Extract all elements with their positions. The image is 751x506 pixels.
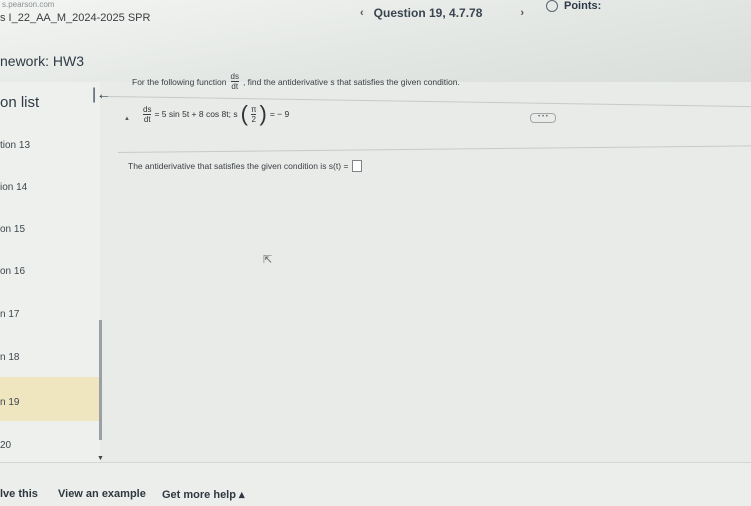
answer-prompt: The antiderivative that satisfies the gi… xyxy=(128,161,349,171)
equation-fraction: ds dt xyxy=(143,104,152,124)
sidebar-item-question-20[interactable]: 20 xyxy=(0,440,11,451)
collapse-triangle-icon[interactable]: ▲ xyxy=(124,116,130,122)
equation-rhs: = 5 sin 5t + 8 cos 8t; s xyxy=(154,109,238,119)
sidebar-item-question-17[interactable]: n 17 xyxy=(0,309,19,320)
prev-question-button[interactable]: ‹ xyxy=(360,7,364,19)
sidebar-item-question-19[interactable]: n 19 xyxy=(0,377,100,421)
points-indicator: Points: xyxy=(546,0,601,12)
sidebar-item-question-18[interactable]: n 18 xyxy=(0,352,19,363)
pi-over-two-fraction: π2 xyxy=(250,104,257,124)
more-options-button[interactable]: • • • xyxy=(530,113,556,123)
sidebar-item-question-14[interactable]: ion 14 xyxy=(0,182,27,193)
progress-ring-icon xyxy=(546,0,558,12)
sidebar-scrollbar[interactable] xyxy=(99,320,102,440)
prompt-text-after: , find the antiderivative s that satisfi… xyxy=(242,76,460,87)
top-bar: s.pearson.com s I_22_AA_M_2024-2025 SPR … xyxy=(0,0,751,82)
sidebar-item-question-15[interactable]: on 15 xyxy=(0,224,25,235)
homework-title: nework: HW3 xyxy=(0,53,85,69)
solve-this-button[interactable]: lve this xyxy=(0,488,38,500)
divider xyxy=(117,145,751,153)
scroll-down-icon[interactable]: ▼ xyxy=(97,455,104,462)
ds-dt-fraction: ds dt xyxy=(230,72,239,91)
problem-prompt: For the following function ds dt , find t… xyxy=(132,72,460,91)
mouse-cursor-icon: ⇱ xyxy=(263,254,273,266)
question-label: Question 19, 4.7.78 xyxy=(373,6,483,20)
sidebar-item-question-16[interactable]: on 16 xyxy=(0,266,25,277)
answer-row: The antiderivative that satisfies the gi… xyxy=(128,160,363,172)
get-more-help-button[interactable]: Get more help ▴ xyxy=(162,488,245,501)
points-label: Points: xyxy=(564,0,602,12)
view-example-button[interactable]: View an example xyxy=(58,488,146,500)
prompt-text-before: For the following function xyxy=(132,76,227,87)
sidebar-item-question-13[interactable]: tion 13 xyxy=(0,140,30,151)
question-nav: ‹ Question 19, 4.7.78 › xyxy=(360,6,524,20)
given-equation: ds dt = 5 sin 5t + 8 cos 8t; s ( π2 ) = −… xyxy=(143,101,290,126)
answer-input[interactable] xyxy=(352,160,363,172)
course-title: s I_22_AA_M_2024-2025 SPR xyxy=(0,12,151,24)
equation-value: = − 9 xyxy=(269,109,290,119)
browser-url: s.pearson.com xyxy=(2,0,55,9)
collapse-sidebar-icon[interactable]: |← xyxy=(92,86,112,104)
question-list-title: on list xyxy=(0,94,40,111)
next-question-button[interactable]: › xyxy=(520,7,524,19)
